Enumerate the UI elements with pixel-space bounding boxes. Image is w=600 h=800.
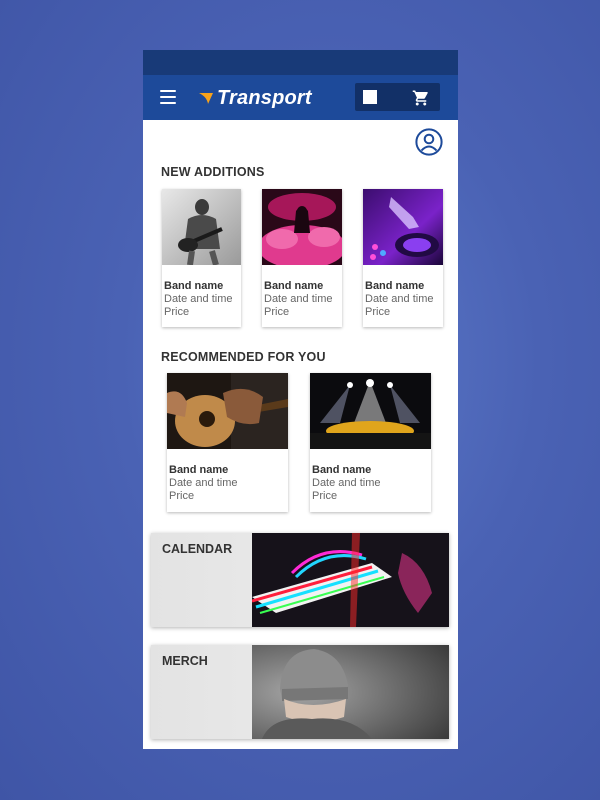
band-name: Band name — [365, 280, 425, 292]
app-bar: Transport — [143, 75, 458, 120]
section-title-new-additions: NEW ADDITIONS — [161, 165, 265, 179]
brand-name: Transport — [217, 86, 312, 109]
event-price: Price — [312, 490, 338, 502]
event-card-text: Band name Date and time Price — [167, 454, 288, 503]
event-card[interactable]: Band name Date and time Price — [162, 189, 241, 327]
status-bar — [143, 50, 458, 75]
event-card[interactable]: Band name Date and time Price — [167, 373, 288, 512]
event-card[interactable]: Band name Date and time Price — [363, 189, 443, 327]
hamburger-menu-icon[interactable] — [160, 90, 176, 104]
event-price: Price — [365, 306, 391, 318]
glitch-piano-photo — [252, 533, 449, 627]
event-card[interactable]: Band name Date and time Price — [258, 189, 346, 327]
brand-logo[interactable]: Transport — [199, 87, 312, 109]
phone-screen: Transport NEW ADDITIONS Band name Date a… — [143, 50, 458, 749]
concert-stage-photo — [310, 373, 431, 449]
merch-banner[interactable]: MERCH — [151, 645, 449, 739]
user-account-icon[interactable] — [415, 128, 443, 156]
event-card-text: Band name Date and time Price — [262, 270, 342, 319]
shopping-cart-icon[interactable] — [412, 89, 430, 107]
guitarist-photo — [162, 189, 241, 266]
band-name: Band name — [312, 464, 372, 476]
event-price: Price — [264, 306, 290, 318]
logo-swoosh-icon — [199, 93, 213, 104]
calendar-banner[interactable]: CALENDAR — [151, 533, 449, 627]
band-name: Band name — [264, 280, 324, 292]
merch-title: MERCH — [162, 654, 208, 668]
event-datetime: Date and time — [264, 293, 333, 305]
app-bar-actions — [355, 83, 440, 111]
event-price: Price — [169, 490, 195, 502]
white-square-icon[interactable] — [363, 90, 377, 104]
event-card-text: Band name Date and time Price — [162, 270, 241, 319]
dj-turntable-photo — [363, 189, 443, 265]
event-card[interactable]: Band name Date and time Price — [310, 373, 431, 512]
event-datetime: Date and time — [365, 293, 434, 305]
event-datetime: Date and time — [169, 477, 238, 489]
beanie-person-photo — [252, 645, 449, 739]
event-datetime: Date and time — [312, 477, 381, 489]
calendar-title: CALENDAR — [162, 542, 233, 556]
event-card-text: Band name Date and time Price — [310, 454, 431, 503]
section-title-recommended: RECOMMENDED FOR YOU — [161, 350, 326, 364]
event-datetime: Date and time — [164, 293, 233, 305]
band-name: Band name — [164, 280, 224, 292]
event-price: Price — [164, 306, 190, 318]
acoustic-guitar-photo — [167, 373, 288, 449]
pink-smoke-performer-photo — [258, 189, 346, 269]
event-card-text: Band name Date and time Price — [363, 270, 443, 319]
band-name: Band name — [169, 464, 229, 476]
